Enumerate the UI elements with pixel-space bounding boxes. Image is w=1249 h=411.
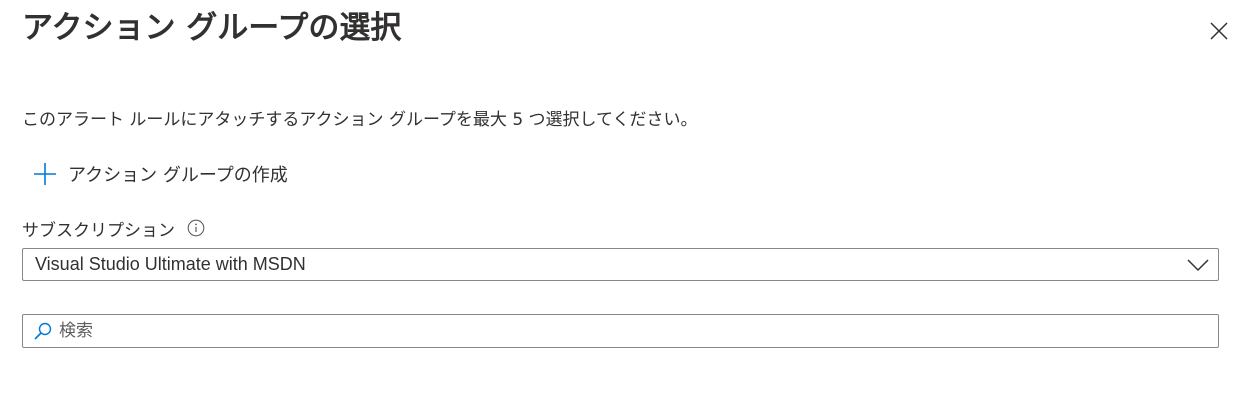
subscription-selected-value: Visual Studio Ultimate with MSDN: [35, 254, 306, 274]
chevron-down-icon: [1178, 249, 1218, 280]
close-button[interactable]: [1204, 16, 1234, 46]
create-action-group-label: アクション グループの作成: [68, 165, 288, 186]
search-input[interactable]: [55, 316, 1218, 346]
panel-description: このアラート ルールにアタッチするアクション グループを最大 5 つ選択してくだ…: [22, 110, 698, 130]
search-icon: [31, 319, 55, 343]
subscription-label: サブスクリプション: [22, 220, 175, 241]
search-box[interactable]: [22, 314, 1219, 348]
plus-icon: [32, 161, 58, 187]
subscription-label-row: サブスクリプション: [22, 216, 205, 241]
close-icon: [1210, 22, 1228, 40]
info-icon[interactable]: [187, 219, 205, 237]
create-action-group-button[interactable]: アクション グループの作成: [32, 160, 288, 188]
panel-title: アクション グループの選択: [22, 10, 402, 46]
subscription-dropdown[interactable]: Visual Studio Ultimate with MSDN: [22, 248, 1219, 281]
